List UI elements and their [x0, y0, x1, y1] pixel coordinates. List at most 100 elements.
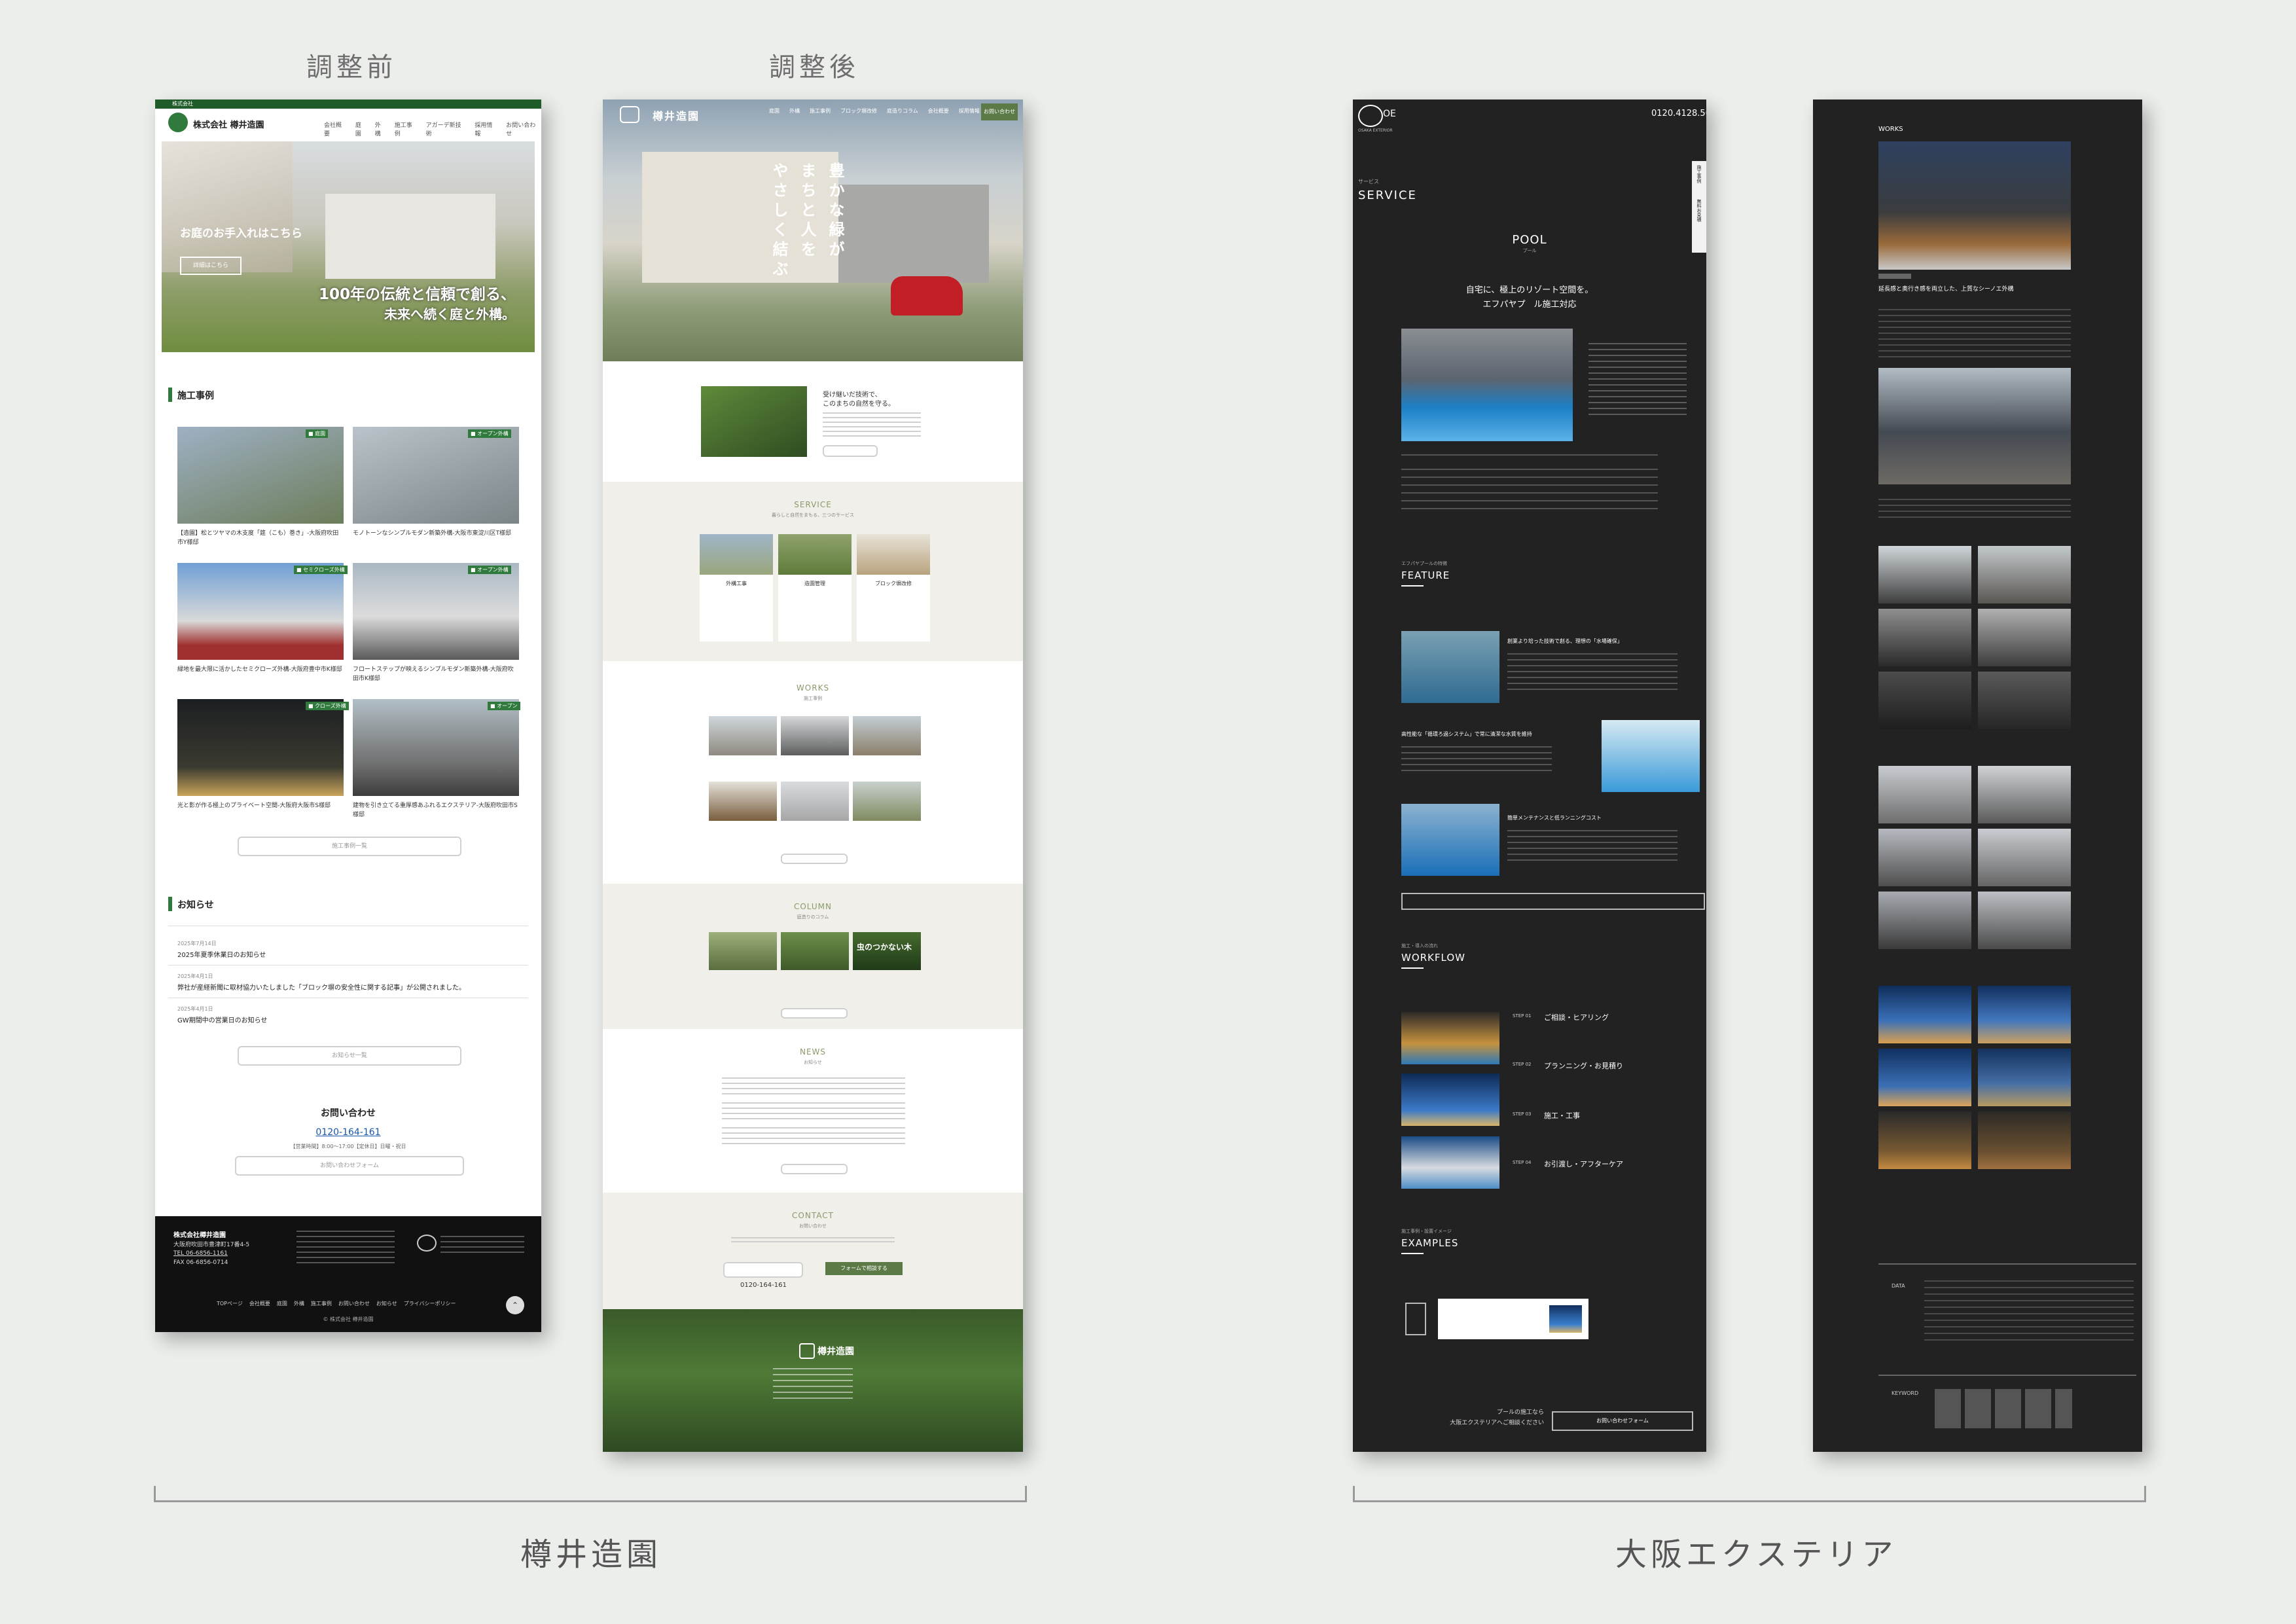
contact-phone[interactable]: 0120-164-161	[155, 1127, 541, 1138]
nav-item[interactable]: 外構	[789, 107, 800, 115]
logo-text[interactable]: 樽井造園	[653, 107, 700, 123]
works-thumb[interactable]	[1878, 1049, 1971, 1106]
side-tab-estimate[interactable]: 無料お見積	[1696, 199, 1702, 222]
examples-card[interactable]	[1438, 1299, 1588, 1339]
side-tab-works[interactable]: 施工事例	[1696, 165, 1702, 183]
footer-link[interactable]: 施工事例	[311, 1300, 332, 1307]
works-thumb[interactable]	[1978, 986, 2071, 1043]
contact-form-button[interactable]: お問い合わせフォーム	[235, 1156, 464, 1176]
footer-link[interactable]: プライバシーポリシー	[404, 1300, 456, 1307]
works-thumb[interactable]	[1978, 892, 2071, 949]
works-thumb[interactable]	[781, 716, 849, 755]
footer-link[interactable]: TOPページ	[217, 1300, 243, 1307]
works-thumb[interactable]	[709, 782, 777, 821]
intro-more-button[interactable]	[823, 445, 878, 457]
news-list-button[interactable]: お知らせ一覧	[238, 1046, 461, 1066]
works-thumb[interactable]	[1978, 829, 2071, 886]
column-thumb[interactable]	[709, 932, 777, 970]
news-item[interactable]: 弊社が産経新聞に取材協力いたしました「ブロック塀の安全性に関する記事」が公開され…	[177, 982, 465, 992]
works-thumb[interactable]	[1978, 609, 2071, 666]
contact-phone-button[interactable]	[723, 1262, 803, 1278]
works-thumb[interactable]	[1978, 672, 2071, 729]
works-thumb[interactable]	[353, 427, 519, 524]
service-card[interactable]: ブロック塀改修	[857, 534, 930, 641]
works-thumb[interactable]	[1878, 829, 1971, 886]
oe-logo[interactable]: OE	[1383, 109, 1396, 119]
news-item[interactable]	[722, 1102, 905, 1119]
works-thumb[interactable]	[1878, 672, 1971, 729]
footer-link[interactable]: 庭園	[277, 1300, 287, 1307]
service-card[interactable]: 造園管理	[778, 534, 852, 641]
footer-link[interactable]: お知らせ	[376, 1300, 397, 1307]
nav-item[interactable]: 採用情報	[475, 120, 498, 137]
nav-item[interactable]: アガーデ新技術	[426, 120, 467, 137]
company-name[interactable]: 株式会社 樽井造園	[193, 118, 264, 130]
footer-tel[interactable]: TEL 06-6856-1161	[173, 1250, 228, 1257]
works-caption[interactable]: 建物を引き立てる重厚感あふれるエクステリア-大阪府吹田市S様邸	[353, 801, 519, 820]
nav-item[interactable]: 庭園	[355, 120, 367, 137]
logo-icon[interactable]	[168, 113, 188, 132]
works-thumb[interactable]	[1878, 546, 1971, 604]
nav-item[interactable]: 庭造りコラム	[887, 107, 918, 115]
works-thumb[interactable]	[1878, 1111, 1971, 1169]
cta-button[interactable]: お問い合わせフォーム	[1552, 1411, 1693, 1431]
works-thumb[interactable]	[177, 427, 344, 524]
contact-phone[interactable]: 0120-164-161	[740, 1282, 787, 1289]
works-thumb[interactable]	[177, 699, 344, 796]
contact-form-button[interactable]: フォームで相談する	[825, 1262, 903, 1275]
works-thumb[interactable]	[1978, 1049, 2071, 1106]
column-thumb[interactable]: 虫のつかない木	[853, 932, 921, 970]
nav-item[interactable]: お問い合わせ	[506, 120, 541, 137]
logo-icon[interactable]	[620, 106, 639, 123]
works-thumb[interactable]	[1978, 766, 2071, 823]
footer-link[interactable]: 外構	[294, 1300, 304, 1307]
news-item[interactable]: 2025年夏季休業日のお知らせ	[177, 949, 266, 959]
works-caption[interactable]: 光と影が作る極上のプライベート空間-大阪府大阪市S様邸	[177, 801, 344, 810]
works-list-button[interactable]: 施工事例一覧	[238, 837, 461, 856]
works-more-button[interactable]	[781, 854, 848, 864]
footer-link[interactable]: 会社概要	[249, 1300, 270, 1307]
works-thumb[interactable]	[1978, 546, 2071, 604]
column-more-button[interactable]	[781, 1008, 848, 1019]
works-thumb[interactable]	[353, 699, 519, 796]
works-thumb[interactable]	[353, 563, 519, 660]
nav-item[interactable]: 庭園	[769, 107, 780, 115]
toc-items[interactable]	[1401, 469, 1658, 514]
nav-item[interactable]: 外構	[375, 120, 387, 137]
works-thumb[interactable]	[1878, 892, 1971, 949]
news-more-button[interactable]	[781, 1164, 848, 1174]
column-thumb[interactable]	[781, 932, 849, 970]
hero-link[interactable]: お庭のお手入れはこちら	[180, 224, 302, 240]
keyword-tags[interactable]	[1935, 1389, 2072, 1428]
news-item[interactable]	[722, 1077, 905, 1094]
footer-link[interactable]: お問い合わせ	[338, 1300, 370, 1307]
works-thumb[interactable]	[1878, 986, 1971, 1043]
news-item[interactable]	[722, 1127, 905, 1144]
header-phone[interactable]: 0120.4128.56	[1651, 109, 1706, 118]
nav-item[interactable]: 会社概要	[324, 120, 348, 137]
oe-logo-icon[interactable]	[1358, 105, 1383, 127]
back-to-top-icon[interactable]: ⌃	[506, 1296, 524, 1314]
works-thumb[interactable]	[853, 782, 921, 821]
nav-item[interactable]: 施工事例	[395, 120, 418, 137]
works-caption[interactable]: 緑地を最大限に活かしたセミクローズ外構-大阪府豊中市K様邸	[177, 665, 344, 674]
nav-item[interactable]: ブロック塀改修	[840, 107, 877, 115]
nav-contact-button[interactable]: お問い合わせ	[981, 103, 1018, 120]
feature-link-box[interactable]	[1401, 893, 1705, 910]
nav-item[interactable]: 採用情報	[959, 107, 980, 115]
works-thumb[interactable]	[177, 563, 344, 660]
news-item[interactable]: GW期間中の営業日のお知らせ	[177, 1015, 267, 1024]
works-caption[interactable]: 【造園】松とツヤマの木支度「筵（こも）巻き」-大阪府吹田市Y様邸	[177, 529, 344, 547]
works-thumb[interactable]	[709, 716, 777, 755]
works-caption[interactable]: モノトーンなシンプルモダン新築外構-大阪市東淀川区T様邸	[353, 529, 519, 538]
works-thumb[interactable]	[853, 716, 921, 755]
nav-item[interactable]: 施工事例	[810, 107, 831, 115]
hero-button[interactable]: 詳細はこちら	[180, 257, 242, 275]
works-thumb[interactable]	[1878, 766, 1971, 823]
works-thumb[interactable]	[781, 782, 849, 821]
works-caption[interactable]: フロートステップが映えるシンプルモダン新築外構-大阪府吹田市K様邸	[353, 665, 519, 683]
works-thumb[interactable]	[1878, 609, 1971, 666]
nav-item[interactable]: 会社概要	[928, 107, 949, 115]
works-thumb[interactable]	[1978, 1111, 2071, 1169]
service-card[interactable]: 外構工事	[700, 534, 773, 641]
